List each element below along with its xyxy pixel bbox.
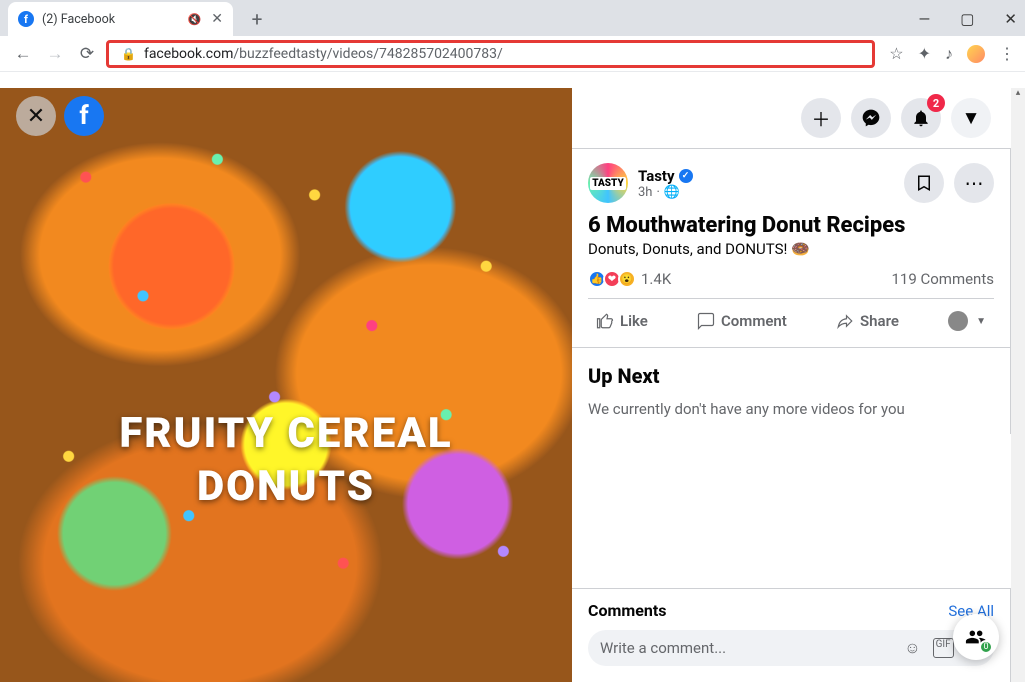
post-time: 3h [638, 185, 652, 200]
window-close[interactable]: ✕ [1004, 10, 1017, 28]
scrollbar-track[interactable]: ▴ [1011, 88, 1025, 682]
facebook-logo-icon[interactable]: f [64, 96, 104, 136]
url-path: /buzzfeedtasty/videos/748285702400783/ [233, 46, 502, 62]
bell-icon [911, 108, 931, 128]
verified-badge-icon: ✓ [679, 169, 693, 183]
media-control-icon[interactable]: ♪ [945, 44, 953, 64]
url-host: facebook.com [144, 46, 233, 62]
up-next-heading: Up Next [588, 364, 994, 388]
post-menu-button[interactable]: ⋯ [954, 163, 994, 203]
window-minimize[interactable]: — [919, 10, 931, 28]
save-icon [915, 174, 933, 192]
reaction-icons[interactable]: 👍 ❤ 😮 [588, 270, 633, 288]
url-text: facebook.com/buzzfeedtasty/videos/748285… [144, 46, 503, 62]
extension-badge-icon[interactable] [967, 45, 985, 63]
nav-forward-button[interactable]: → [42, 41, 68, 67]
video-close-button[interactable]: ✕ [16, 96, 56, 136]
facebook-favicon-icon: f [18, 11, 34, 27]
video-caption-overlay: FRUITY CEREAL DONUTS [0, 408, 572, 513]
user-avatar-small [948, 311, 968, 331]
post-description: Donuts, Donuts, and DONUTS! 🍩 [588, 240, 994, 258]
author-name[interactable]: Tasty ✓ [638, 167, 693, 185]
bookmark-star-icon[interactable]: ☆ [889, 44, 903, 63]
reaction-count[interactable]: 1.4K [641, 270, 671, 288]
comments-heading: Comments [588, 601, 666, 620]
chevron-down-icon: ▼ [976, 316, 986, 327]
window-maximize[interactable]: ▢ [960, 10, 974, 28]
browser-toolbar: ← → ⟳ 🔒 facebook.com/buzzfeedtasty/video… [0, 36, 1025, 72]
comment-button[interactable]: Comment [689, 306, 795, 336]
emoji-icon[interactable]: ☺ [904, 638, 920, 658]
comment-placeholder: Write a comment... [600, 639, 904, 657]
video-player[interactable]: ✕ f FRUITY CEREAL DONUTS [0, 88, 572, 682]
post-card: TASTY Tasty ✓ 3h·🌐 ⋯ 6 Mo [572, 148, 1011, 347]
comment-input[interactable]: Write a comment... ☺ GIF ☺ [588, 630, 994, 666]
messenger-button[interactable] [851, 98, 891, 138]
address-bar[interactable]: 🔒 facebook.com/buzzfeedtasty/videos/7482… [106, 40, 875, 68]
save-post-button[interactable] [904, 163, 944, 203]
video-caption-line2: DONUTS [0, 461, 572, 514]
globe-icon: 🌐 [664, 185, 680, 200]
scroll-up-icon[interactable]: ▴ [1011, 88, 1025, 102]
up-next-empty: We currently don't have any more videos … [588, 400, 994, 418]
like-button[interactable]: Like [588, 306, 656, 336]
tab-close-icon[interactable]: ✕ [211, 11, 223, 27]
notifications-button[interactable]: 2 [901, 98, 941, 138]
notification-badge: 2 [927, 94, 945, 112]
video-caption-line1: FRUITY CEREAL [0, 408, 572, 461]
wow-reaction-icon: 😮 [618, 270, 636, 288]
browser-tab[interactable]: f (2) Facebook 🔇 ✕ [8, 2, 233, 36]
new-tab-button[interactable]: + [243, 5, 271, 33]
share-button[interactable]: Share [828, 306, 907, 336]
messenger-icon [861, 108, 881, 128]
chrome-menu-icon[interactable]: ⋮ [999, 44, 1015, 63]
share-as-user[interactable]: ▼ [940, 305, 994, 337]
up-next-section: Up Next We currently don't have any more… [572, 347, 1011, 434]
gif-icon[interactable]: GIF [933, 638, 954, 658]
post-title: 6 Mouthwatering Donut Recipes [588, 213, 994, 238]
online-count-badge: 0 [979, 640, 993, 654]
nav-back-button[interactable]: ← [10, 41, 36, 67]
author-avatar[interactable]: TASTY [588, 163, 628, 203]
create-button[interactable]: ＋ [801, 98, 841, 138]
comment-count[interactable]: 119 Comments [891, 270, 994, 288]
thumbs-up-icon [596, 312, 614, 330]
browser-tabstrip: f (2) Facebook 🔇 ✕ + [0, 0, 1025, 36]
nav-reload-button[interactable]: ⟳ [74, 41, 100, 67]
comment-icon [697, 312, 715, 330]
extensions-icon[interactable]: ✦ [918, 44, 931, 63]
new-message-fab[interactable]: 0 [953, 614, 999, 660]
tab-title: (2) Facebook [42, 12, 188, 27]
lock-icon: 🔒 [121, 47, 136, 61]
post-meta: 3h·🌐 [638, 185, 693, 200]
comments-section: Comments See All Write a comment... ☺ GI… [572, 588, 1011, 682]
share-icon [836, 312, 854, 330]
account-menu-button[interactable]: ▼ [951, 98, 991, 138]
tab-mute-icon[interactable]: 🔇 [188, 13, 202, 26]
header-actions: ＋ 2 ▼ [572, 88, 1011, 148]
